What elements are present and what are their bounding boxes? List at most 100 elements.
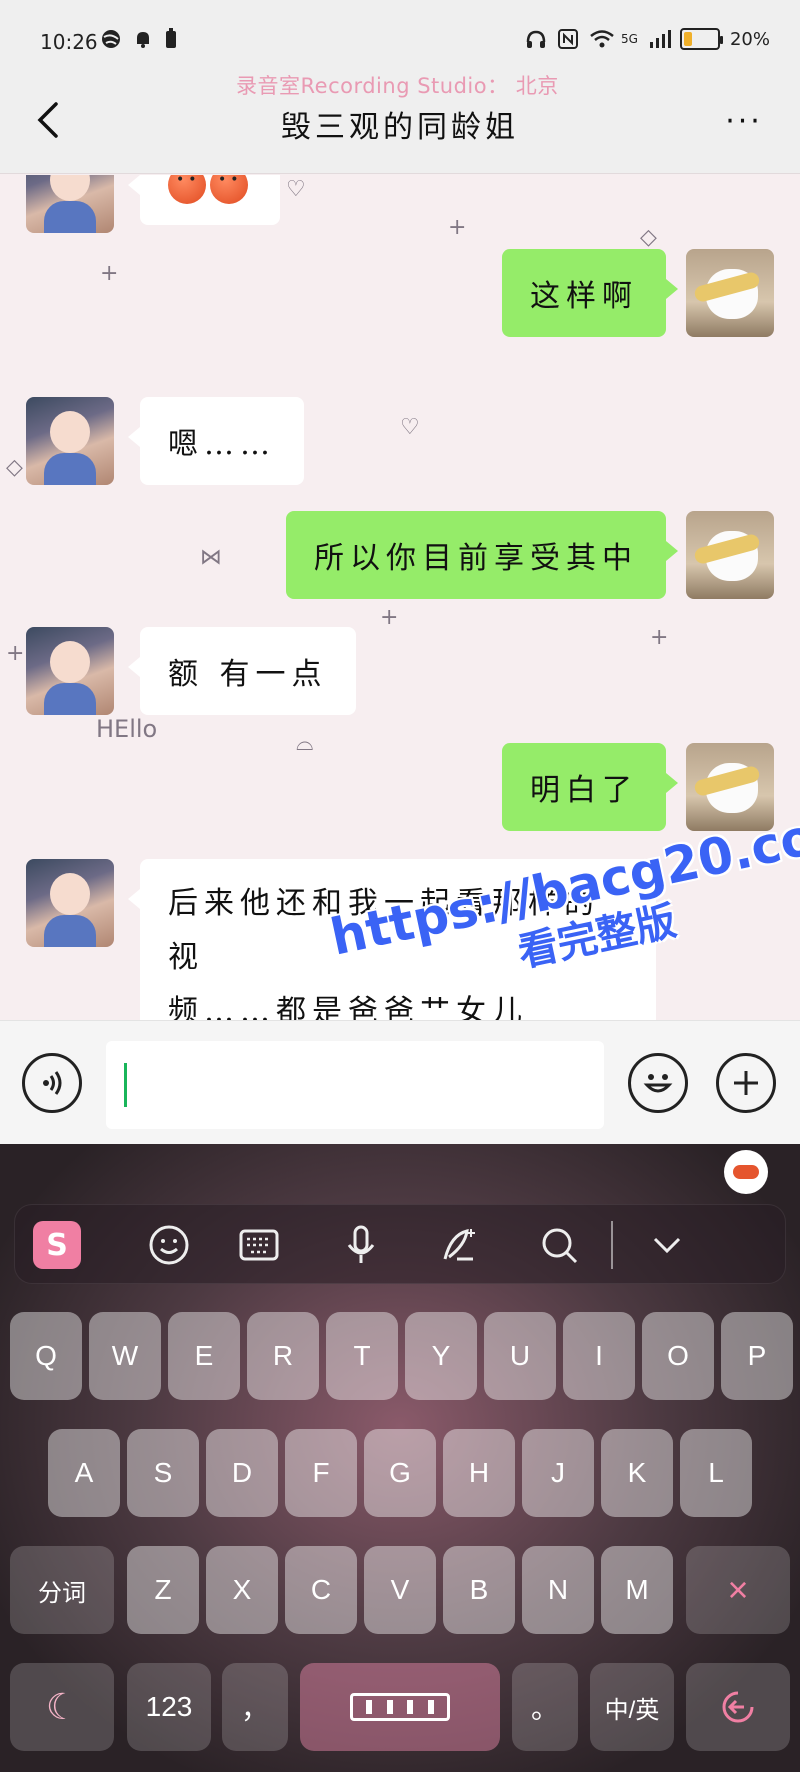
language-switch-key[interactable]: 中/英 (590, 1663, 674, 1751)
message-bubble-incoming[interactable]: 嗯…… (128, 397, 304, 485)
wifi-icon (589, 28, 614, 50)
key-l[interactable]: L (680, 1429, 752, 1517)
status-right-icons: 5G 20% (525, 28, 770, 50)
segment-key[interactable]: 分词 (10, 1546, 114, 1634)
moon-theme-icon[interactable]: ☾ (10, 1663, 114, 1751)
space-bar-icon (350, 1693, 450, 1721)
recording-watermark: 录音室Recording Studio： 北京 (236, 74, 559, 98)
sparkle-doodle-icon: + (100, 261, 119, 286)
period-key[interactable]: 。 (512, 1663, 578, 1751)
cat-doodle-icon: ⌓ (296, 731, 314, 756)
key-a[interactable]: A (48, 1429, 120, 1517)
search-icon[interactable] (535, 1221, 583, 1269)
key-n[interactable]: N (522, 1546, 594, 1634)
message-bubble-outgoing[interactable]: 这样啊 (502, 249, 678, 337)
battery-icon (679, 28, 723, 50)
bell-icon (132, 28, 154, 50)
microphone-icon[interactable] (337, 1221, 385, 1269)
plus-icon (734, 1071, 758, 1095)
key-u[interactable]: U (484, 1312, 556, 1400)
network-label: 5G (621, 32, 638, 46)
sad-emoji-icon (210, 175, 248, 204)
keyboard-toolbar: S (14, 1204, 786, 1284)
contact-avatar[interactable] (26, 175, 114, 233)
battery-percent: 20% (729, 28, 770, 50)
text-caret (124, 1063, 127, 1107)
diamond-doodle-icon: ◇ (640, 225, 657, 250)
sparkle-doodle-icon: + (6, 641, 25, 666)
sad-emoji-icon (168, 175, 206, 204)
key-v[interactable]: V (364, 1546, 436, 1634)
comma-key[interactable]: ， (222, 1663, 288, 1751)
sparkle-doodle-icon: + (650, 625, 669, 650)
my-avatar[interactable] (686, 511, 774, 599)
contact-avatar[interactable] (26, 397, 114, 485)
status-left-icons (100, 28, 186, 50)
key-d[interactable]: D (206, 1429, 278, 1517)
message-bubble-incoming[interactable] (128, 175, 280, 225)
enter-key[interactable] (686, 1663, 790, 1751)
key-j[interactable]: J (522, 1429, 594, 1517)
smiley-icon (643, 1074, 673, 1093)
more-options-button[interactable]: ··· (722, 104, 766, 139)
keyboard-mascot-icon[interactable] (724, 1150, 768, 1194)
globe-icon (100, 28, 122, 50)
key-w[interactable]: W (89, 1312, 161, 1400)
nfc-icon (557, 28, 579, 50)
key-r[interactable]: R (247, 1312, 319, 1400)
bow-doodle-icon: ⋈ (200, 545, 222, 570)
key-t[interactable]: T (326, 1312, 398, 1400)
message-bubble-outgoing[interactable]: 所以你目前享受其中 (286, 511, 678, 599)
headphones-icon (525, 28, 547, 50)
signal-icon (648, 28, 671, 50)
chat-title: 毁三观的同龄姐 (281, 110, 519, 145)
key-y[interactable]: Y (405, 1312, 477, 1400)
my-avatar[interactable] (686, 249, 774, 337)
delete-key[interactable]: × (686, 1546, 790, 1634)
message-bubble-incoming[interactable]: 额 有一点 (128, 627, 356, 715)
status-bar: 10:26 5G 20% (0, 0, 800, 70)
sogou-logo-icon[interactable]: S (33, 1221, 81, 1269)
keyboard-layout-icon[interactable] (235, 1221, 283, 1269)
chat-header: 录音室Recording Studio： 北京 毁三观的同龄姐 ··· (0, 70, 800, 174)
heart-doodle-icon: ♡ (286, 177, 306, 202)
sparkle-doodle-icon: + (380, 605, 399, 630)
sparkle-doodle-icon: + (448, 215, 467, 240)
voice-input-button[interactable] (22, 1053, 82, 1113)
battery-saver-icon (164, 28, 186, 50)
emoji-button[interactable] (628, 1053, 688, 1113)
soft-keyboard: S Q W E R T Y U I O P A S D F G H J K L … (0, 1144, 800, 1772)
message-input[interactable] (106, 1041, 604, 1129)
emoji-panel-icon[interactable] (145, 1221, 193, 1269)
key-f[interactable]: F (285, 1429, 357, 1517)
key-c[interactable]: C (285, 1546, 357, 1634)
key-q[interactable]: Q (10, 1312, 82, 1400)
key-k[interactable]: K (601, 1429, 673, 1517)
input-bar (0, 1020, 800, 1144)
key-g[interactable]: G (364, 1429, 436, 1517)
contact-avatar[interactable] (26, 859, 114, 947)
key-i[interactable]: I (563, 1312, 635, 1400)
key-p[interactable]: P (721, 1312, 793, 1400)
hello-doodle-text: HEllo (96, 715, 158, 743)
key-m[interactable]: M (601, 1546, 673, 1634)
enter-icon (722, 1691, 754, 1723)
space-bar[interactable] (300, 1663, 500, 1751)
key-e[interactable]: E (168, 1312, 240, 1400)
key-o[interactable]: O (642, 1312, 714, 1400)
heart-doodle-icon: ♡ (400, 415, 420, 440)
key-x[interactable]: X (206, 1546, 278, 1634)
status-time: 10:26 (40, 30, 98, 54)
handwriting-icon[interactable] (435, 1221, 483, 1269)
key-z[interactable]: Z (127, 1546, 199, 1634)
numbers-key[interactable]: 123 (127, 1663, 211, 1751)
voice-icon (43, 1071, 62, 1095)
key-h[interactable]: H (443, 1429, 515, 1517)
more-actions-button[interactable] (716, 1053, 776, 1113)
key-b[interactable]: B (443, 1546, 515, 1634)
contact-avatar[interactable] (26, 627, 114, 715)
message-bubble-outgoing[interactable]: 明白了 (502, 743, 678, 831)
diamond-doodle-icon: ◇ (6, 455, 23, 480)
key-s[interactable]: S (127, 1429, 199, 1517)
chevron-down-icon[interactable] (643, 1221, 691, 1269)
